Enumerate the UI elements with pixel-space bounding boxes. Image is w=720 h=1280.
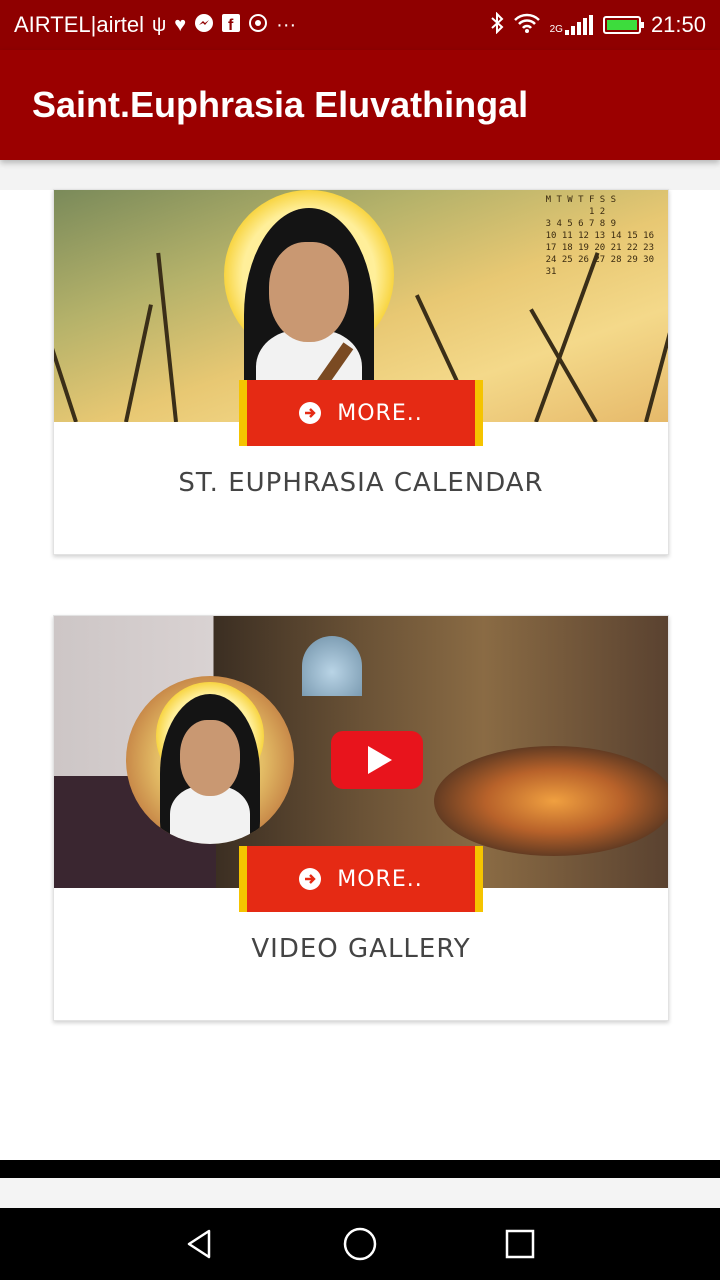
- signal-icon: [564, 15, 593, 35]
- app-bar: Saint.Euphrasia Eluvathingal: [0, 50, 720, 160]
- wifi-icon: [513, 13, 540, 37]
- arrow-right-circle-icon: [299, 402, 322, 424]
- calendar-row: 1 2: [545, 207, 606, 217]
- calendar-card[interactable]: M T W T F S S 1 2 3 4 5 6 7 8 9 10 11 12…: [53, 189, 669, 555]
- messenger-icon: [194, 13, 214, 37]
- carrier-label: AIRTEL|airtel: [14, 12, 145, 37]
- calendar-more-button[interactable]: MORE..: [239, 380, 483, 446]
- more-button-label: MORE..: [337, 866, 423, 892]
- calendar-row: 17 18 19 20 21 22 23: [545, 243, 654, 253]
- usb-icon: ψ: [152, 14, 167, 36]
- home-icon: [343, 1227, 377, 1261]
- more-button-label: MORE..: [337, 400, 423, 426]
- grass-blade: [644, 266, 668, 422]
- video-gallery-card[interactable]: MORE.. VIDEO GALLERY: [53, 615, 669, 1021]
- calendar-row: 3 4 5 6 7 8 9: [545, 219, 617, 229]
- calendar-grid: M T W T F S S 1 2 3 4 5 6 7 8 9 10 11 12…: [546, 194, 654, 278]
- calendar-row: 10 11 12 13 14 15 16: [545, 231, 654, 241]
- recents-icon: [505, 1229, 535, 1259]
- clock: 21:50: [650, 12, 706, 37]
- grass-blade: [54, 278, 78, 422]
- main-content[interactable]: M T W T F S S 1 2 3 4 5 6 7 8 9 10 11 12…: [0, 160, 720, 1160]
- more-button-face[interactable]: MORE..: [247, 380, 475, 446]
- status-left: AIRTEL|airtel ψ ♥ f ···: [14, 12, 490, 38]
- recents-button[interactable]: [495, 1219, 545, 1269]
- back-button[interactable]: [175, 1219, 225, 1269]
- facebook-icon: f: [222, 14, 241, 36]
- bottom-strip: [0, 1178, 720, 1208]
- whatsapp-icon: [248, 13, 268, 37]
- video-gallery-more-button[interactable]: MORE..: [239, 846, 483, 912]
- back-icon: [187, 1229, 211, 1259]
- home-button[interactable]: [335, 1219, 385, 1269]
- play-video-icon[interactable]: [331, 731, 423, 789]
- face: [269, 242, 349, 342]
- face: [180, 720, 240, 796]
- battery-charging-icon: [602, 16, 644, 34]
- top-strip: [0, 160, 720, 190]
- status-right: 2G 21:50: [490, 11, 706, 38]
- bottom-divider: [0, 1160, 720, 1178]
- calendar-row: 24 25 26 27 28 29 30: [545, 255, 654, 265]
- st-peters-square: [434, 746, 668, 856]
- network-type-label: 2G: [549, 24, 563, 35]
- basilica-dome: [302, 636, 362, 696]
- app-title: Saint.Euphrasia Eluvathingal: [32, 84, 529, 125]
- status-bar: AIRTEL|airtel ψ ♥ f ··· 2G 21:50: [0, 0, 720, 50]
- svg-text:f: f: [228, 17, 234, 32]
- saint-round-portrait: [126, 676, 294, 844]
- bluetooth-icon: [490, 11, 504, 38]
- arrow-right-circle-icon: [299, 868, 322, 890]
- heart-icon: ♥: [174, 14, 187, 36]
- system-nav-bar: [0, 1208, 720, 1280]
- more-notifications-icon: ···: [276, 14, 297, 36]
- more-button-face[interactable]: MORE..: [247, 846, 475, 912]
- grass-blade: [124, 304, 153, 422]
- calendar-row: 31: [545, 267, 557, 277]
- grass-blade: [156, 252, 178, 422]
- calendar-header: M T W T F S S: [545, 195, 617, 205]
